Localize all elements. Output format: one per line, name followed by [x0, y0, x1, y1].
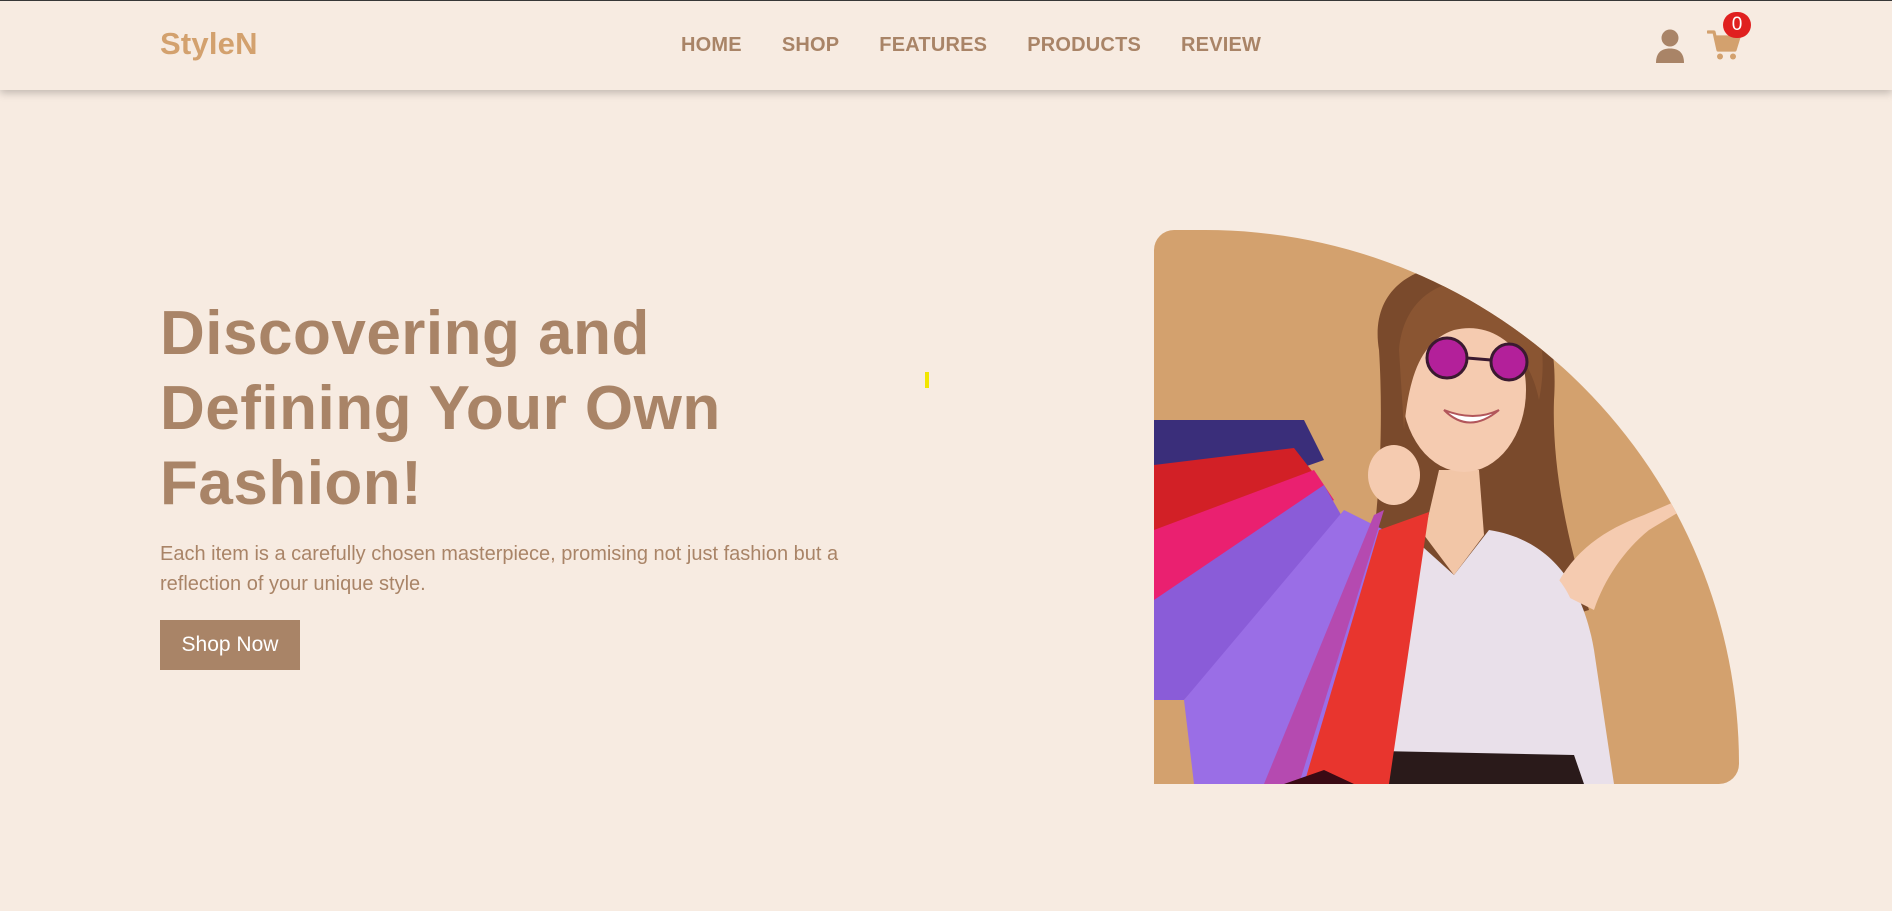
text-cursor — [925, 372, 929, 388]
hero-subtitle: Each item is a carefully chosen masterpi… — [160, 543, 839, 595]
user-icon[interactable] — [1655, 29, 1685, 63]
nav-features[interactable]: FEATURES — [879, 34, 987, 57]
main-nav: HOME SHOP FEATURES PRODUCTS REVIEW — [681, 34, 1301, 57]
nav-products[interactable]: PRODUCTS — [1027, 34, 1141, 57]
nav-home[interactable]: HOME — [681, 34, 742, 57]
nav-review[interactable]: REVIEW — [1181, 34, 1261, 57]
shop-now-button[interactable]: Shop Now — [160, 620, 300, 670]
site-logo[interactable]: StyleN — [160, 26, 258, 62]
site-header: StyleN HOME SHOP FEATURES PRODUCTS REVIE… — [0, 1, 1892, 90]
hero-image — [1154, 230, 1739, 784]
nav-shop[interactable]: SHOP — [782, 34, 839, 57]
hero-title: Discovering and Defining Your Own Fashio… — [160, 299, 721, 518]
cart-count-badge: 0 — [1723, 12, 1751, 38]
